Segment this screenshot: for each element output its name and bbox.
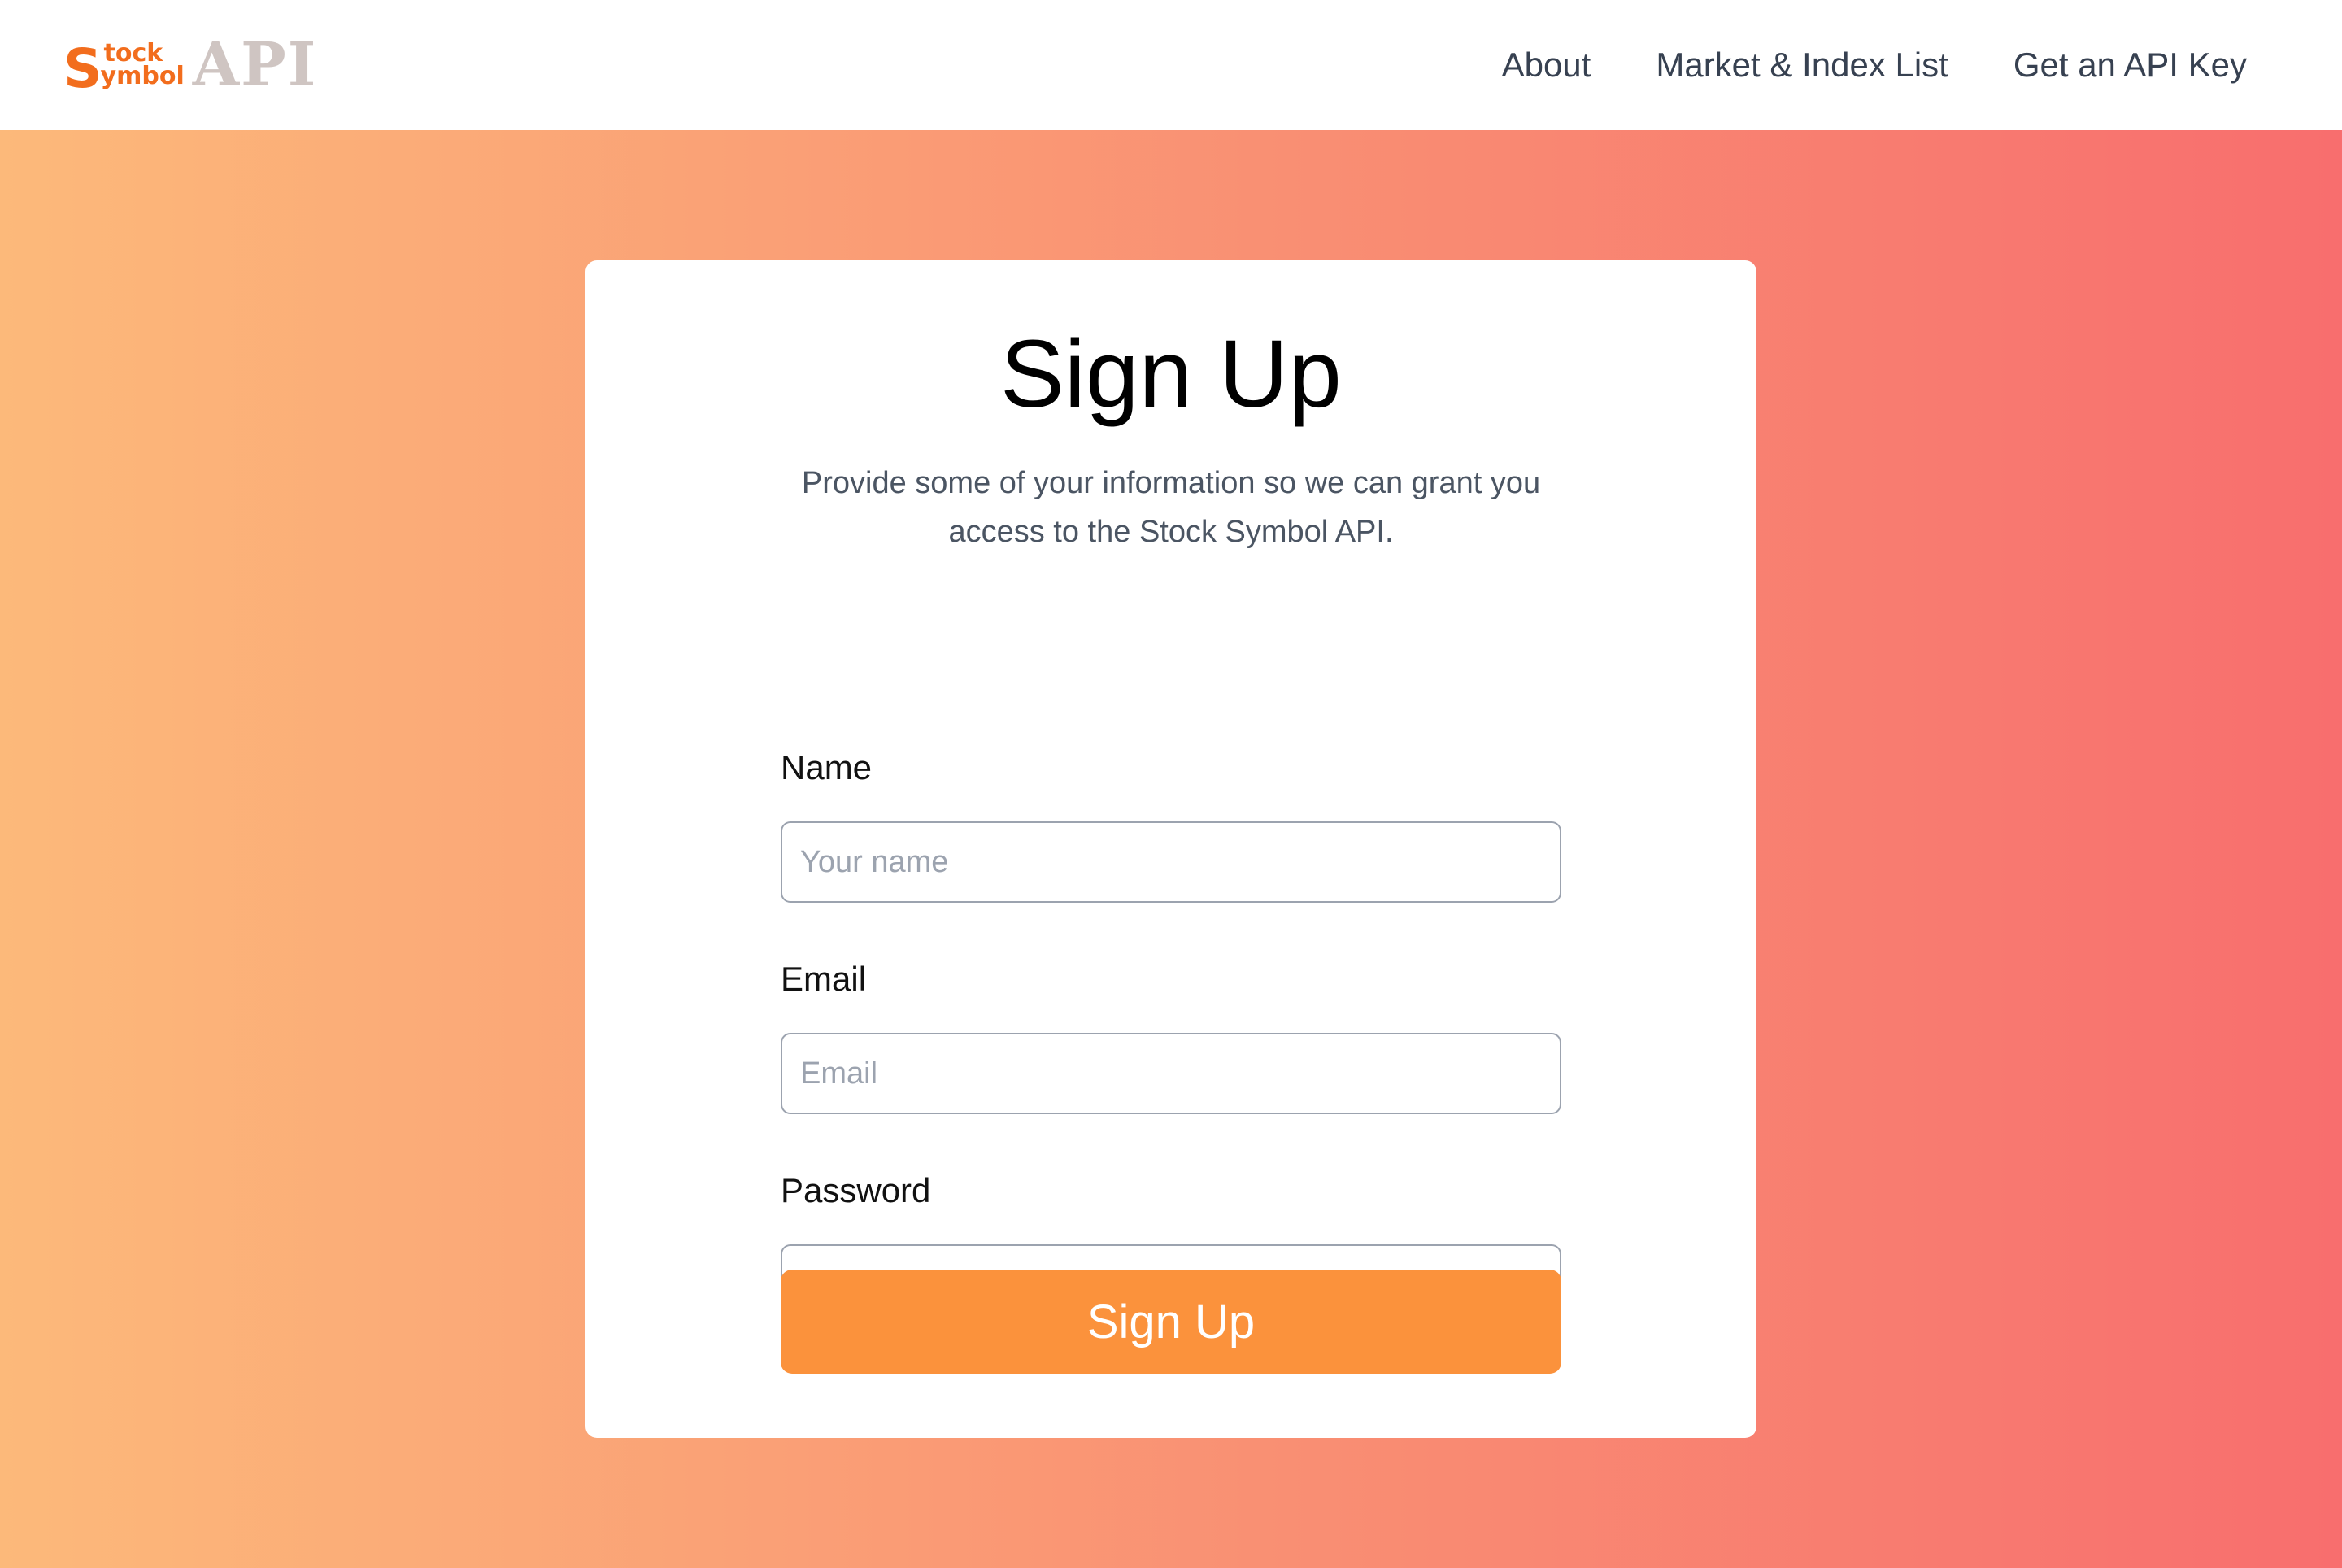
logo-wordmark: tock ymbol — [100, 41, 185, 90]
logo-letter-s: S — [63, 37, 102, 100]
nav-link-about[interactable]: About — [1502, 46, 1591, 85]
gradient-hero: Sign Up Provide some of your information… — [0, 130, 2342, 1568]
signup-card: Sign Up Provide some of your information… — [586, 260, 1756, 1438]
logo-api-text: API — [192, 30, 318, 100]
stock-symbol-api-logo[interactable]: S tock ymbol API — [63, 30, 318, 100]
name-label: Name — [781, 748, 873, 786]
page: S tock ymbol API About Market & Index Li… — [0, 0, 2342, 1568]
email-input[interactable] — [781, 1033, 1561, 1114]
nav-link-market-index-list[interactable]: Market & Index List — [1656, 46, 1948, 85]
name-input[interactable] — [781, 821, 1561, 903]
password-label: Password — [781, 1171, 931, 1209]
main-nav: About Market & Index List Get an API Key — [1502, 46, 2247, 85]
sign-up-button[interactable]: Sign Up — [781, 1270, 1561, 1374]
signup-title: Sign Up — [1000, 320, 1342, 428]
nav-link-get-api-key[interactable]: Get an API Key — [2013, 46, 2247, 85]
email-label: Email — [781, 960, 867, 998]
signup-subtitle: Provide some of your information so we c… — [801, 466, 1541, 549]
top-navbar: S tock ymbol API About Market & Index Li… — [0, 0, 2342, 130]
logo-ymbol-text: ymbol — [100, 62, 185, 90]
